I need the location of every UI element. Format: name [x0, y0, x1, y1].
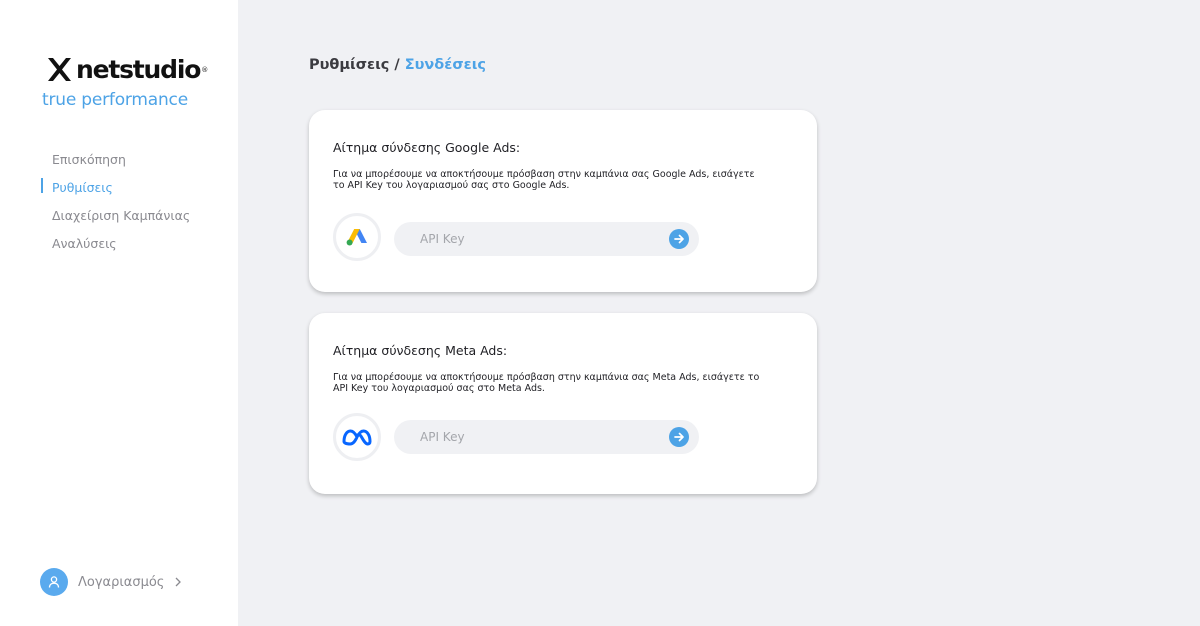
arrow-right-icon — [674, 234, 684, 244]
meta-ads-connection-card: Αίτημα σύνδεσης Meta Ads: Για να μπορέσο… — [309, 313, 817, 494]
registered-mark: ® — [201, 65, 209, 74]
brand-name: netstudio — [76, 55, 201, 84]
meta-ads-card-title: Αίτημα σύνδεσης Meta Ads: — [333, 343, 508, 358]
google-ads-connection-card: Αίτημα σύνδεσης Google Ads: Για να μπορέ… — [309, 110, 817, 292]
account-label: Λογαριασμός — [78, 574, 165, 590]
sidebar-item-analytics[interactable]: Αναλύσεις — [0, 234, 238, 262]
google-ads-api-key-field — [394, 222, 699, 256]
brand-tagline: true performance — [42, 90, 188, 110]
meta-ads-api-key-field — [394, 420, 699, 454]
google-ads-icon — [333, 213, 381, 261]
sidebar-nav: Επισκόπηση Ρυθμίσεις Διαχείριση Καμπάνια… — [0, 150, 238, 262]
breadcrumb-parent[interactable]: Ρυθμίσεις — [309, 57, 389, 73]
netstudio-x-icon — [48, 58, 71, 81]
meta-ads-api-key-input[interactable] — [420, 420, 660, 454]
breadcrumb: Ρυθμίσεις / Συνδέσεις — [309, 57, 486, 73]
google-ads-card-title: Αίτημα σύνδεσης Google Ads: — [333, 140, 521, 155]
sidebar-item-campaign-management[interactable]: Διαχείριση Καμπάνιας — [0, 206, 238, 234]
account-menu[interactable]: Λογαριασμός — [40, 568, 183, 596]
google-ads-submit-button[interactable] — [669, 229, 689, 249]
sidebar-item-overview[interactable]: Επισκόπηση — [0, 150, 238, 178]
meta-ads-submit-button[interactable] — [669, 427, 689, 447]
breadcrumb-current: Συνδέσεις — [404, 57, 486, 73]
meta-ads-card-description: Για να μπορέσουμε να αποκτήσουμε πρόσβασ… — [333, 372, 760, 394]
sidebar-item-settings[interactable]: Ρυθμίσεις — [0, 178, 238, 206]
chevron-right-icon — [175, 577, 182, 587]
netstudio-logo[interactable]: netstudio ® — [46, 56, 208, 83]
meta-icon — [333, 413, 381, 461]
breadcrumb-separator: / — [389, 57, 405, 73]
arrow-right-icon — [674, 432, 684, 442]
sidebar: netstudio ® true performance Επισκόπηση Ρ… — [0, 0, 238, 626]
user-icon — [40, 568, 68, 596]
google-ads-api-key-input[interactable] — [420, 222, 660, 256]
google-ads-card-description: Για να μπορέσουμε να αποκτήσουμε πρόσβασ… — [333, 169, 755, 191]
